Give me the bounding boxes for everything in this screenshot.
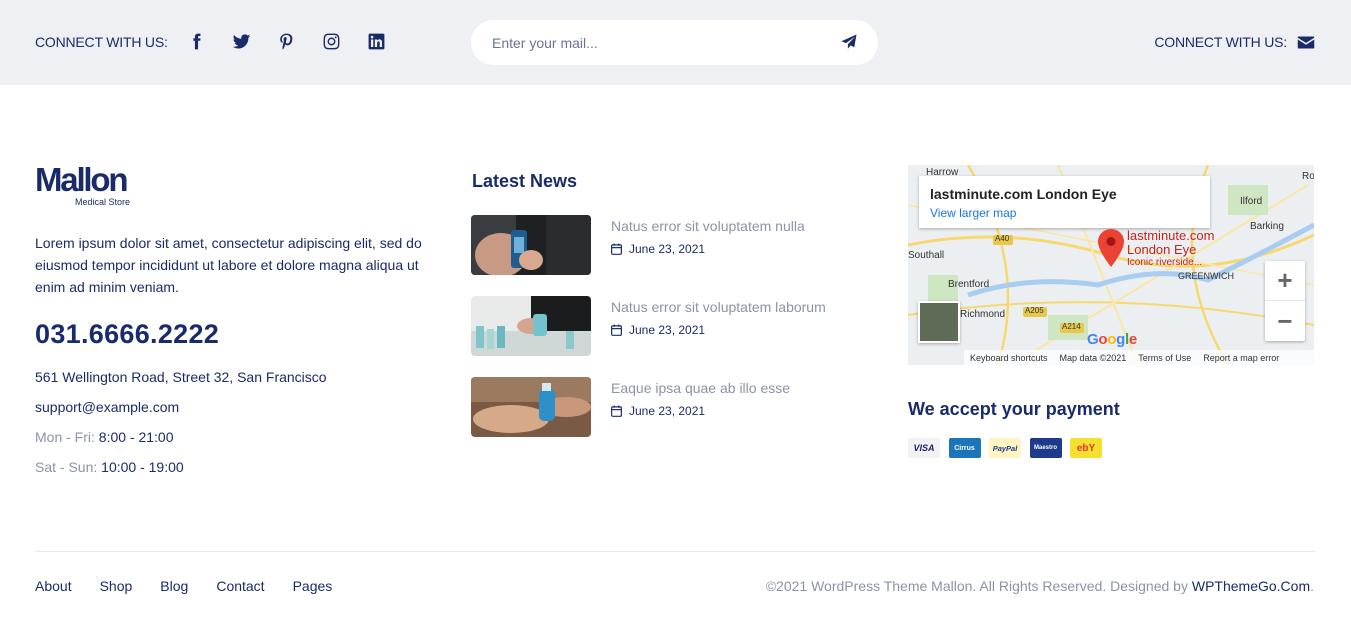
cirrus-card-icon: Cirrus [948,438,981,458]
news-item: Natus error sit voluptatem laborum June … [471,296,871,356]
logo-tagline: Medical Store [75,197,131,207]
footer-link-contact[interactable]: Contact [216,578,264,594]
footer-divider [35,551,1315,552]
pin-sublabel: Iconic riverside... [1127,257,1203,268]
pin-label: lastminute.com [1127,228,1215,243]
map-place-name: lastminute.com London Eye [930,186,1117,202]
paypal-card-icon: PayPal [989,438,1021,458]
location-map[interactable]: Harrow Ilford Barking Southall Brentford… [908,165,1314,365]
footer-link-pages[interactable]: Pages [293,578,333,594]
logo-name: Mallon [35,161,129,198]
map-place-label: GREENWICH [1178,271,1234,281]
social-links [185,30,410,52]
support-email[interactable]: support@example.com [35,399,179,415]
news-date: June 23, 2021 [611,404,705,418]
phone-number[interactable]: 031.6666.2222 [35,319,219,350]
payment-cards: VISA Cirrus PayPal Maestro ebY [908,438,1111,458]
footer-link-shop[interactable]: Shop [100,578,133,594]
visa-card-icon: VISA [908,438,940,458]
road-label: A214 [1062,322,1081,331]
map-place-label: Richmond [960,309,1006,320]
map-place-label: Southall [908,250,945,261]
hours-value: 8:00 - 21:00 [98,429,174,445]
subscribe-bar: CONNECT WITH US: CONNECT WITH US: [0,0,1351,85]
zoom-in-button[interactable]: + [1265,261,1305,301]
news-date: June 23, 2021 [611,242,705,256]
news-item: Natus error sit voluptatem nulla June 23… [471,215,871,275]
designer-link[interactable]: WPThemeGo.Com [1192,578,1310,594]
news-heading: Latest News [472,171,578,191]
email-subscribe-input[interactable] [492,32,822,54]
subscribe-form [471,20,878,65]
view-larger-map-link[interactable]: View larger map [930,206,1016,220]
map-zoom-controls: + − [1265,261,1305,341]
hours-label: Mon - Fri: [35,429,95,445]
report-error-link[interactable]: Report a map error [1203,353,1279,363]
brand-description: Lorem ipsum dolor sit amet, consectetur … [35,235,422,295]
footer-link-about[interactable]: About [35,578,72,594]
connect-label-right: CONNECT WITH US: [1154,34,1287,50]
news-date-text: June 23, 2021 [629,323,706,337]
news-title[interactable]: Eaque ipsa quae ab illo esse [611,380,790,396]
calendar-icon [611,405,622,417]
maestro-card-icon: Maestro [1029,438,1062,458]
map-footer: Keyboard shortcuts Map data ©2021 Terms … [964,350,1314,365]
map-data-text: Map data ©2021 [1059,352,1127,363]
map-place-label: Barking [1250,221,1284,232]
calendar-icon [611,243,622,255]
terms-link[interactable]: Terms of Use [1138,353,1191,363]
brand-logo[interactable]: Mallon Medical Store [35,161,130,208]
news-thumbnail[interactable] [471,215,591,275]
news-date-text: June 23, 2021 [629,404,706,418]
connect-label: CONNECT WITH US: [35,34,168,50]
calendar-icon [611,324,622,336]
news-date: June 23, 2021 [611,323,705,337]
news-thumbnail[interactable] [471,377,591,437]
copyright-text: ©2021 WordPress Theme Mallon. All Rights… [765,578,1192,594]
zoom-out-button[interactable]: − [1265,301,1305,341]
payment-heading: We accept your payment [908,399,1120,419]
hours-weekend: Sat - Sun: 10:00 - 19:00 [35,459,184,475]
map-place-label: Ro [1302,171,1314,182]
hours-value: 10:00 - 19:00 [101,459,184,475]
road-label: A205 [1025,306,1044,315]
google-logo: Google [1087,331,1137,348]
footer-nav: About Shop Blog Contact Pages [35,578,360,594]
keyboard-shortcuts-link[interactable]: Keyboard shortcuts [970,353,1048,363]
news-item: Eaque ipsa quae ab illo esse June 23, 20… [471,377,871,437]
news-date-text: June 23, 2021 [629,242,706,256]
instagram-icon[interactable] [320,30,342,52]
send-icon[interactable] [840,33,860,53]
copyright: ©2021 WordPress Theme Mallon. All Rights… [766,578,1314,594]
map-place-label: Ilford [1240,196,1263,207]
road-label: A40 [995,234,1010,243]
footer-link-blog[interactable]: Blog [160,578,188,594]
copyright-period: . [1310,578,1314,594]
pinterest-icon[interactable] [275,30,297,52]
address: 561 Wellington Road, Street 32, San Fran… [35,369,327,385]
linkedin-icon[interactable] [365,30,387,52]
connect-email[interactable]: CONNECT WITH US: [1154,34,1315,50]
satellite-toggle[interactable] [918,301,960,343]
map-pin-icon[interactable] [1098,229,1124,267]
map-info-card: lastminute.com London Eye View larger ma… [919,176,1210,228]
hours-label: Sat - Sun: [35,459,98,475]
news-title[interactable]: Natus error sit voluptatem laborum [611,299,826,315]
facebook-icon[interactable] [185,30,207,52]
pin-label: London Eye [1127,242,1197,257]
news-title[interactable]: Natus error sit voluptatem nulla [611,218,805,234]
map-place-label: Brentford [948,279,990,290]
ebay-card-icon: ebY [1070,438,1102,458]
news-thumbnail[interactable] [471,296,591,356]
hours-weekday: Mon - Fri: 8:00 - 21:00 [35,429,174,445]
envelope-icon [1297,36,1315,48]
twitter-icon[interactable] [230,30,252,52]
